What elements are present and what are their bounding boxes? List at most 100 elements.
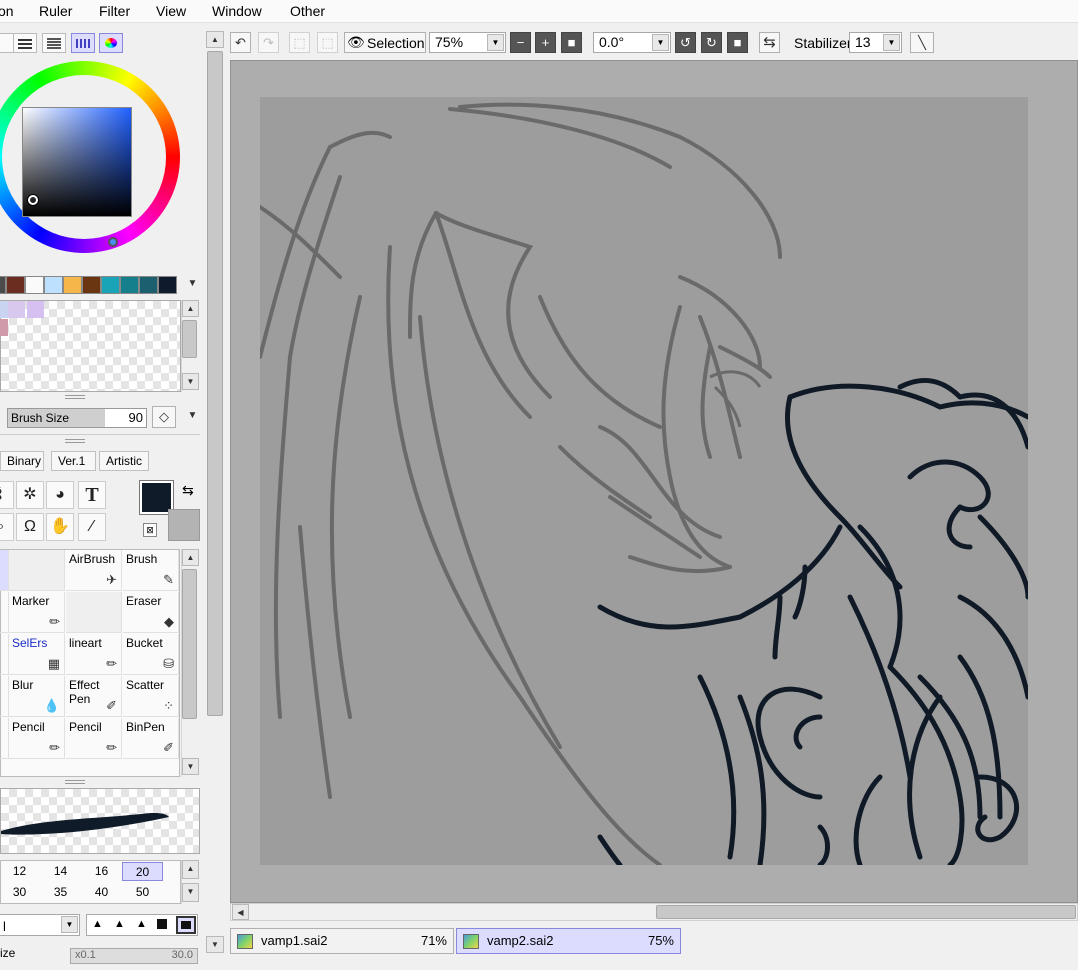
brush-shape-3-icon[interactable]: ▲ <box>136 918 147 930</box>
panel-resize-grip[interactable] <box>65 395 85 399</box>
brush-item-scatter[interactable]: Scatter ⁘ <box>123 676 179 717</box>
lasso-tool-icon[interactable]: ⌇ <box>0 481 14 509</box>
shape-tool-icon[interactable]: ◕ <box>46 481 74 509</box>
color-picker-marker[interactable] <box>28 195 38 205</box>
brush-item-effect-pen[interactable]: Effect Pen ✐ <box>66 676 122 717</box>
brush-item-selers[interactable]: SelErs ▦ <box>9 634 65 675</box>
color-swatch[interactable] <box>120 276 139 294</box>
scratch-color[interactable] <box>27 301 44 318</box>
color-swatch[interactable] <box>101 276 120 294</box>
size-preset[interactable]: 50 <box>122 883 163 902</box>
scroll-up-icon[interactable]: ▲ <box>182 300 199 317</box>
chevron-down-icon[interactable]: ▼ <box>487 34 504 51</box>
brush-item-lineart[interactable]: lineart ✏ <box>66 634 122 675</box>
straight-line-icon[interactable]: ╲ <box>910 32 934 53</box>
scroll-thumb[interactable] <box>182 569 197 719</box>
zoom-in-icon[interactable]: + <box>535 32 556 53</box>
scroll-down-icon[interactable]: ▼ <box>182 883 199 902</box>
size-preset[interactable]: 35 <box>40 883 81 902</box>
brush-shape-4-icon[interactable] <box>157 919 167 929</box>
brush-item-brush[interactable]: Brush ✎ <box>123 550 179 591</box>
panel-resize-grip-2[interactable] <box>65 439 85 443</box>
scratch-color[interactable] <box>0 301 8 318</box>
brush-item-empty[interactable] <box>9 550 65 591</box>
scratch-color[interactable] <box>0 319 8 336</box>
size-preset[interactable]: 30 <box>0 883 40 902</box>
menu-item-other[interactable]: Other <box>290 3 325 19</box>
transparent-color-icon[interactable]: ⊠ <box>143 523 157 537</box>
brush-item-blur[interactable]: Blur 💧 <box>9 676 65 717</box>
brush-item-partial[interactable] <box>0 550 9 591</box>
brush-shape-1-icon[interactable]: ▲ <box>92 918 103 930</box>
scroll-thumb[interactable] <box>656 905 1076 919</box>
size-preset[interactable]: 12 <box>0 862 40 881</box>
brush-item-eraser[interactable]: Eraser ◆ <box>123 592 179 633</box>
brush-item-bucket[interactable]: Bucket ⛁ <box>123 634 179 675</box>
swatch-dropdown-icon[interactable]: ▼ <box>184 276 201 293</box>
brush-shape-5-icon[interactable] <box>176 916 196 934</box>
color-swatch[interactable] <box>25 276 44 294</box>
color-swatch[interactable] <box>139 276 158 294</box>
size-preset[interactable]: 40 <box>81 883 122 902</box>
eyedropper-icon[interactable]: ⁄ <box>78 513 106 541</box>
scroll-down-icon[interactable]: ▼ <box>182 373 199 390</box>
brush-size-dropdown-icon[interactable]: ▼ <box>184 408 201 425</box>
tab-ver1[interactable]: Ver.1 <box>51 451 96 471</box>
menu-item-window[interactable]: Window <box>212 3 262 19</box>
zoom-reset-icon[interactable]: ■ <box>561 32 582 53</box>
stabilizer-select[interactable]: 13 ▼ <box>849 32 902 53</box>
brush-item-partial[interactable] <box>0 592 9 633</box>
canvas-horizontal-scrollbar[interactable]: ◀ <box>230 903 1078 921</box>
color-swatch[interactable] <box>82 276 101 294</box>
brush-size-slider[interactable]: Brush Size 90 <box>7 408 147 428</box>
brush-item-pencil[interactable]: Pencil ✏ <box>9 718 65 759</box>
scroll-down-icon[interactable]: ▼ <box>206 936 224 953</box>
swap-colors-icon[interactable]: ⇆ <box>182 482 194 499</box>
size-preset[interactable]: 20 <box>122 862 163 881</box>
brush-grid-scrollbar[interactable]: ▲ ▼ <box>181 549 199 777</box>
undo-icon[interactable]: ↶ <box>230 32 251 53</box>
brush-item-marker[interactable]: Marker ✏ <box>9 592 65 633</box>
rotate-tool-icon[interactable]: Ω <box>16 513 44 541</box>
brush-item-airbrush[interactable]: AirBrush ✈ <box>66 550 122 591</box>
left-panel-scrollbar[interactable]: ▲ ▼ <box>205 30 225 955</box>
redo-icon[interactable]: ↷ <box>258 32 279 53</box>
scroll-up-icon[interactable]: ▲ <box>182 549 199 566</box>
text-tool-icon[interactable]: T <box>78 481 106 509</box>
color-swatch[interactable] <box>6 276 25 294</box>
size-preset[interactable]: 16 <box>81 862 122 881</box>
scroll-down-icon[interactable]: ▼ <box>182 758 199 775</box>
scratch-color[interactable] <box>8 301 25 318</box>
menu-item-filter[interactable]: Filter <box>99 3 130 19</box>
brush-item-partial[interactable] <box>0 718 9 759</box>
color-swatch[interactable] <box>63 276 82 294</box>
scratch-pad-scrollbar[interactable]: ▲ ▼ <box>181 300 199 392</box>
brush-shape-2-icon[interactable]: ▲ <box>114 918 125 930</box>
color-swatch[interactable] <box>158 276 177 294</box>
brush-item-pencil[interactable]: Pencil ✏ <box>66 718 122 759</box>
brush-item-partial[interactable] <box>0 634 9 675</box>
min-size-slider[interactable]: x0.1 30.0 <box>70 948 198 964</box>
size-preset[interactable]: 14 <box>40 862 81 881</box>
panel-resize-grip-3[interactable] <box>65 780 85 784</box>
background-color[interactable] <box>168 509 200 541</box>
scroll-up-icon[interactable]: ▲ <box>206 31 224 48</box>
size-presets-scrollbar[interactable]: ▲ ▼ <box>181 860 199 904</box>
artwork-canvas[interactable] <box>260 97 1028 865</box>
scroll-up-icon[interactable]: ▲ <box>182 860 199 879</box>
menu-item-selection[interactable]: on <box>0 3 14 19</box>
color-mode-wheel-button[interactable] <box>99 33 123 53</box>
rotate-left-icon[interactable]: ↺ <box>675 32 696 53</box>
document-tab-vamp2[interactable]: vamp2.sai2 75% <box>456 928 681 954</box>
canvas-viewport[interactable] <box>230 60 1078 903</box>
brush-item-empty[interactable] <box>66 592 122 633</box>
scroll-thumb[interactable] <box>207 51 223 716</box>
chevron-down-icon[interactable]: ▼ <box>61 916 78 933</box>
chevron-down-icon[interactable]: ▼ <box>883 34 900 51</box>
scroll-left-icon[interactable]: ◀ <box>232 904 249 920</box>
color-mode-hsv-button[interactable] <box>42 33 66 53</box>
chevron-down-icon[interactable]: ▼ <box>652 34 669 51</box>
color-mode-rgb-button[interactable] <box>13 33 37 53</box>
color-mode-swatch-button[interactable] <box>71 33 95 53</box>
menu-item-view[interactable]: View <box>156 3 186 19</box>
